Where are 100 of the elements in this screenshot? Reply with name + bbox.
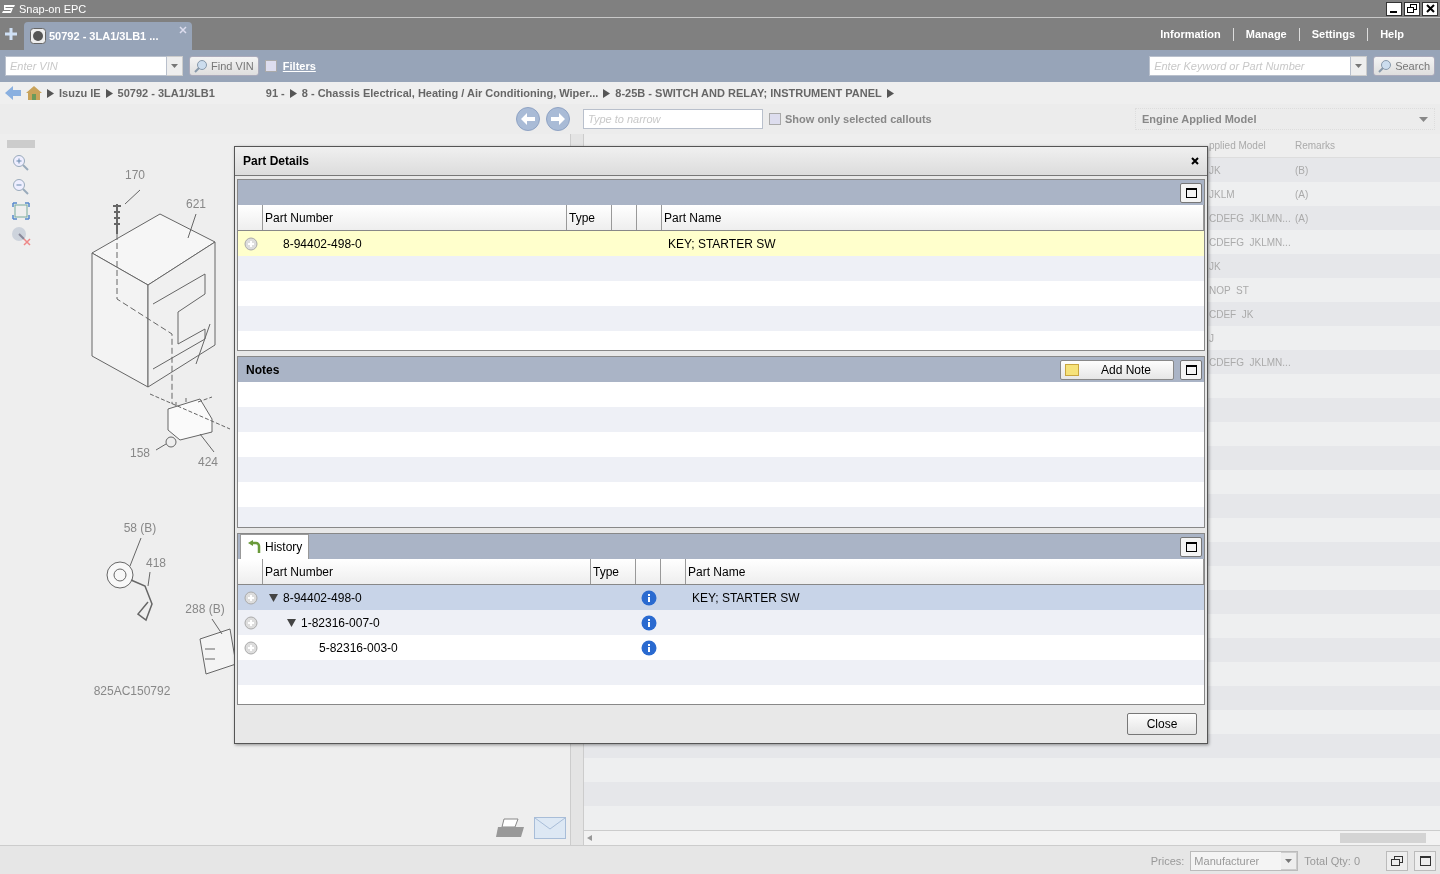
- callout-number[interactable]: 621: [186, 197, 206, 211]
- table-cell-text: JK: [1209, 260, 1222, 272]
- caret-icon[interactable]: [1355, 64, 1363, 68]
- maximize-icon[interactable]: [1419, 855, 1431, 866]
- cascade-icon[interactable]: [1391, 855, 1403, 866]
- history-row[interactable]: 1-82316-007-0: [238, 610, 1204, 635]
- info-icon[interactable]: [640, 589, 657, 606]
- total-quantity: Total Qty: 0: [1304, 854, 1360, 867]
- section-title: Notes: [246, 362, 280, 377]
- callout-number[interactable]: 58 (B): [123, 521, 157, 535]
- table-cell-text: (B): [1295, 164, 1310, 176]
- dropdown-button[interactable]: [167, 56, 183, 76]
- next-button[interactable]: [546, 107, 570, 131]
- column-header[interactable]: pplied Model: [1209, 140, 1295, 151]
- column-header[interactable]: Type: [567, 205, 612, 230]
- column-header[interactable]: Part Number: [263, 559, 591, 584]
- search-button[interactable]: Search: [1373, 56, 1435, 76]
- expand-icon[interactable]: [243, 590, 258, 605]
- callout-number[interactable]: 170: [125, 168, 145, 182]
- part-row[interactable]: 8-94402-498-0 KEY; STARTER SW: [238, 231, 1204, 256]
- table-cell-text: CDEFG JKLMN...: [1209, 212, 1292, 224]
- history-tab[interactable]: History: [240, 534, 310, 559]
- callout-number[interactable]: 424: [198, 455, 218, 469]
- maximize-icon[interactable]: [1185, 187, 1197, 198]
- vehicle-logo-icon: [30, 28, 46, 44]
- fit-to-screen-icon[interactable]: [12, 202, 30, 220]
- callouts-checkbox[interactable]: [769, 113, 781, 125]
- expand-icon[interactable]: [243, 236, 258, 251]
- part-number: 8-94402-498-0: [283, 236, 362, 251]
- breadcrumb-item[interactable]: 8-25B - SWITCH AND RELAY; INSTRUMENT PANEL: [615, 87, 882, 99]
- breadcrumb-item[interactable]: 8 - Chassis Electrical, Heating / Air Conditioning, Wiper...: [301, 87, 599, 99]
- breadcrumb-item[interactable]: Isuzu IE: [59, 87, 101, 99]
- maximize-icon[interactable]: [1185, 541, 1197, 552]
- filters-link[interactable]: Filters: [282, 60, 316, 72]
- note-icon[interactable]: [1065, 363, 1079, 376]
- dialog-title: Part Details: [243, 154, 310, 168]
- callout-number[interactable]: 158: [130, 446, 150, 460]
- vehicle-tab[interactable]: 50792 - 3LA1/3LB1 ...: [24, 22, 192, 50]
- column-header[interactable]: Type: [591, 559, 636, 584]
- nav-link[interactable]: Help: [1367, 27, 1416, 41]
- toolbar-handle[interactable]: [7, 140, 35, 148]
- caret-icon[interactable]: [171, 64, 178, 68]
- caret-icon[interactable]: [287, 618, 296, 627]
- column-header[interactable]: Remarks: [1295, 140, 1440, 151]
- previous-button[interactable]: [516, 107, 540, 131]
- zoom-in-icon[interactable]: [12, 154, 30, 172]
- checkbox-label: Show only selected callouts: [785, 113, 932, 125]
- maximize-button[interactable]: [1180, 182, 1202, 203]
- back-arrow-icon[interactable]: [5, 86, 21, 100]
- history-icon[interactable]: [247, 540, 261, 554]
- clear-zoom-icon[interactable]: [11, 226, 31, 246]
- part-name: KEY; STARTER SW: [692, 590, 800, 605]
- dropdown-button[interactable]: [1351, 56, 1368, 76]
- printer-icon[interactable]: [496, 817, 526, 839]
- table-cell-text: CDEFG JKLMN...: [1209, 236, 1292, 248]
- column-header[interactable]: Part Name: [662, 205, 1204, 230]
- model-dropdown[interactable]: Engine Applied Model: [1135, 108, 1435, 130]
- info-icon[interactable]: [640, 639, 657, 656]
- maximize-button[interactable]: [1180, 536, 1202, 557]
- left-arrow-icon[interactable]: [521, 113, 535, 125]
- add-note-button[interactable]: Add Note: [1060, 359, 1174, 380]
- history-row[interactable]: 8-94402-498-0 KEY; STARTER SW: [238, 585, 1204, 610]
- close-button[interactable]: Close: [1127, 713, 1197, 735]
- callout-number[interactable]: 418: [146, 556, 166, 570]
- search-icon[interactable]: [194, 59, 208, 73]
- find-vin-button[interactable]: Find VIN: [189, 56, 259, 76]
- part-number: 5-82316-003-0: [319, 640, 398, 655]
- expand-icon[interactable]: [243, 615, 258, 630]
- caret-icon[interactable]: [269, 593, 278, 602]
- nav-link[interactable]: Manage: [1232, 27, 1299, 41]
- zoom-out-icon[interactable]: [12, 178, 30, 196]
- breadcrumb-item[interactable]: 50792 - 3LA1/3LB1: [117, 87, 215, 99]
- cascade-button[interactable]: [1386, 850, 1408, 871]
- breadcrumb-item[interactable]: 91 -: [265, 87, 285, 99]
- minimize-button[interactable]: [1386, 1, 1402, 16]
- maximize-icon[interactable]: [1185, 364, 1197, 375]
- info-icon[interactable]: [640, 614, 657, 631]
- history-row[interactable]: 5-82316-003-0: [238, 635, 1204, 660]
- maximize-button[interactable]: [1414, 850, 1436, 871]
- right-arrow-icon[interactable]: [551, 113, 565, 125]
- prices-dropdown[interactable]: Manufacturer: [1190, 850, 1299, 871]
- callout-number[interactable]: 288 (B): [185, 602, 225, 616]
- part-number: 1-82316-007-0: [301, 615, 380, 630]
- maximize-button[interactable]: [1180, 359, 1202, 380]
- table-cell-text: (A): [1295, 212, 1310, 224]
- part-name: KEY; STARTER SW: [668, 236, 776, 251]
- close-icon[interactable]: [1191, 157, 1199, 165]
- horizontal-scrollbar[interactable]: [584, 830, 1440, 845]
- search-icon[interactable]: [1378, 59, 1393, 73]
- filters-checkbox[interactable]: [264, 60, 277, 72]
- column-header[interactable]: Part Number: [263, 205, 567, 230]
- expand-icon[interactable]: [243, 640, 258, 655]
- column-header[interactable]: Part Name: [686, 559, 1204, 584]
- diagram-id: 825AC150792: [93, 684, 171, 698]
- home-icon[interactable]: [26, 86, 42, 100]
- new-tab-icon[interactable]: [4, 27, 18, 41]
- nav-link[interactable]: Settings: [1298, 27, 1368, 41]
- nav-link[interactable]: Information: [1148, 27, 1233, 41]
- table-cell-text: CDEFG JKLMN...: [1209, 356, 1292, 368]
- caret-icon[interactable]: [1285, 858, 1293, 863]
